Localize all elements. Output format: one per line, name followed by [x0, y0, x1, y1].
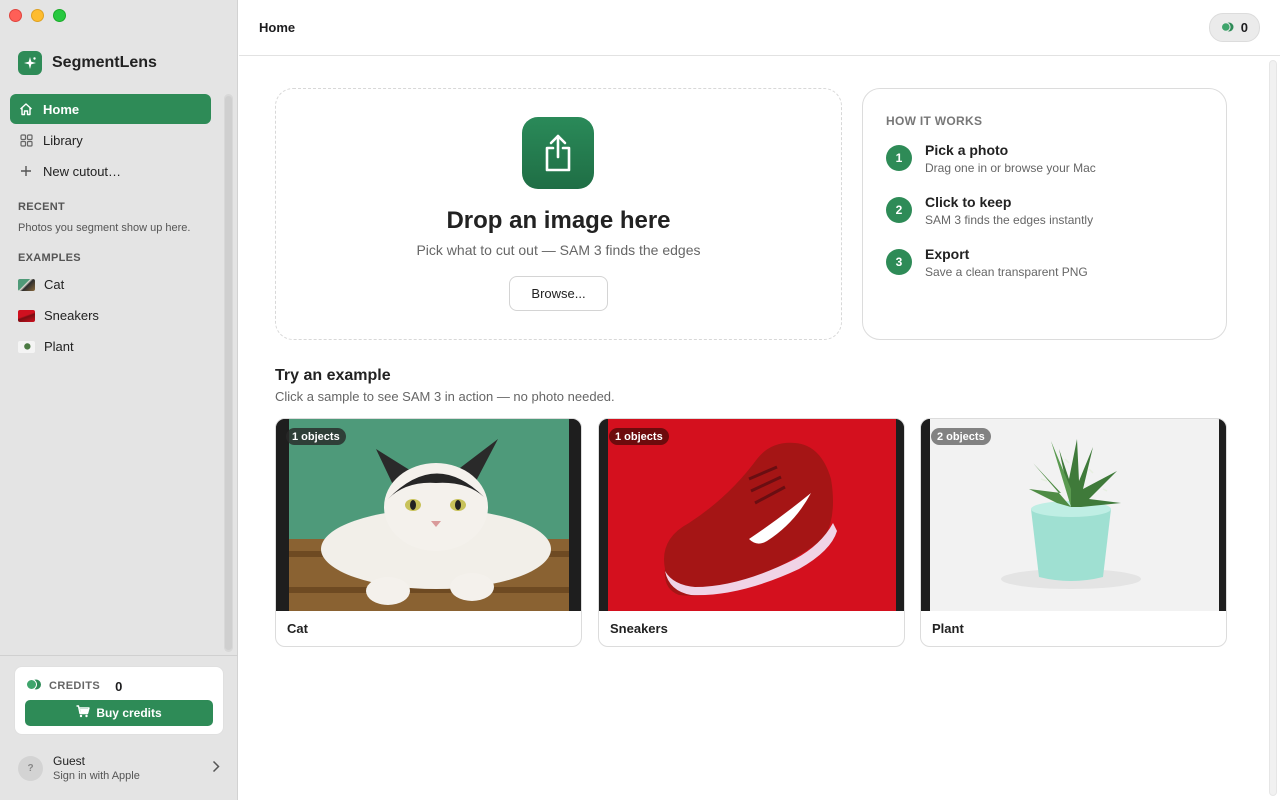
user-name: Guest: [53, 754, 86, 768]
avatar: ?: [18, 755, 43, 781]
sidebar-example-label: Cat: [44, 277, 65, 292]
close-window-button[interactable]: [9, 9, 22, 22]
examples-title: Try an example: [275, 367, 391, 384]
how-it-works-card: HOW IT WORKS 1 Pick a photo Drag one in …: [862, 88, 1227, 340]
plus-icon: [19, 164, 33, 178]
step-title: Pick a photo: [925, 142, 1009, 158]
step-number: 3: [886, 249, 912, 275]
sidebar-nav: Home Library New cutout…: [10, 94, 211, 187]
step-subtitle: SAM 3 finds the edges instantly: [925, 213, 1094, 227]
credits-card: CREDITS 0 Buy credits: [14, 666, 224, 735]
house-icon: [19, 102, 33, 116]
sidebar-example-label: Plant: [44, 339, 74, 354]
step-title: Export: [925, 246, 970, 262]
user-account-row[interactable]: ? Guest Sign in with Apple: [18, 753, 224, 783]
app-brand: SegmentLens: [18, 51, 157, 75]
window-controls: [9, 9, 66, 22]
step-subtitle: Drag one in or browse your Mac: [925, 161, 1096, 175]
sidebar-item-label: New cutout…: [43, 163, 122, 179]
examples-subtitle: Click a sample to see SAM 3 in action — …: [275, 389, 615, 404]
cart-icon: [76, 705, 91, 721]
sidebar-example-sneakers[interactable]: Sneakers: [18, 300, 208, 331]
example-card-plant[interactable]: 2 objects Plant: [920, 418, 1227, 647]
step-number: 2: [886, 197, 912, 223]
cat-image: [276, 419, 581, 611]
example-card-label: Cat: [287, 621, 308, 636]
user-subtitle: Sign in with Apple: [53, 770, 140, 782]
drop-subtitle: Pick what to cut out — SAM 3 finds the e…: [416, 242, 701, 258]
example-card-cat[interactable]: 1 objects Cat: [275, 418, 582, 647]
sidebar: SegmentLens Home Library New cutout… REC…: [0, 0, 238, 800]
browse-button[interactable]: Browse...: [509, 276, 608, 311]
sidebar-item-library[interactable]: Library: [10, 125, 211, 155]
coins-icon: [26, 677, 42, 695]
grid-icon: [19, 133, 33, 147]
app-name: SegmentLens: [52, 54, 157, 71]
sidebar-example-label: Sneakers: [44, 308, 99, 323]
sidebar-item-new-cutout[interactable]: New cutout…: [10, 156, 211, 186]
chevron-right-icon: [212, 760, 220, 778]
coins-icon: [1220, 20, 1234, 35]
zoom-window-button[interactable]: [53, 9, 66, 22]
plant-image: [921, 419, 1226, 611]
step-item: 1 Pick a photo Drag one in or browse you…: [886, 142, 1096, 175]
sneakers-image: [599, 419, 904, 611]
recent-empty-text: Photos you segment show up here.: [18, 222, 191, 234]
examples-list: Cat Sneakers Plant: [18, 269, 208, 362]
sidebar-scrollbar[interactable]: [224, 94, 233, 652]
sparkle-icon: [18, 51, 42, 75]
buy-credits-label: Buy credits: [96, 706, 162, 720]
credits-pill-value: 0: [1240, 20, 1248, 35]
cat-thumbnail: [18, 278, 35, 291]
sneakers-thumbnail: [18, 309, 35, 322]
credits-pill-button[interactable]: 0: [1208, 13, 1260, 42]
objects-badge: 2 objects: [931, 428, 991, 445]
sidebar-example-plant[interactable]: Plant: [18, 331, 208, 362]
main-scrollbar[interactable]: [1269, 60, 1277, 796]
example-card-label: Plant: [932, 621, 964, 636]
sidebar-item-label: Home: [43, 101, 80, 117]
step-number: 1: [886, 145, 912, 171]
share-upload-icon: [522, 117, 594, 189]
top-bar: Home 0: [239, 0, 1280, 56]
main-content: Home 0 Drop an image here Pick what to c…: [239, 0, 1280, 800]
credits-value: 0: [115, 678, 123, 694]
step-title: Click to keep: [925, 194, 1012, 210]
recent-section-title: RECENT: [18, 201, 66, 213]
step-item: 3 Export Save a clean transparent PNG: [886, 246, 1088, 279]
drop-title: Drop an image here: [446, 207, 671, 234]
page-title: Home: [259, 20, 296, 35]
objects-badge: 1 objects: [286, 428, 346, 445]
step-subtitle: Save a clean transparent PNG: [925, 265, 1088, 279]
buy-credits-button[interactable]: Buy credits: [25, 700, 213, 726]
minimize-window-button[interactable]: [31, 9, 44, 22]
how-it-works-title: HOW IT WORKS: [886, 114, 983, 128]
step-item: 2 Click to keep SAM 3 finds the edges in…: [886, 194, 1093, 227]
image-drop-zone[interactable]: Drop an image here Pick what to cut out …: [275, 88, 842, 340]
sidebar-example-cat[interactable]: Cat: [18, 269, 208, 300]
sidebar-item-home[interactable]: Home: [10, 94, 211, 124]
sidebar-divider: [0, 655, 238, 656]
objects-badge: 1 objects: [609, 428, 669, 445]
plant-thumbnail: [18, 340, 35, 353]
examples-section-title: EXAMPLES: [18, 252, 81, 264]
credits-label: CREDITS: [49, 680, 101, 692]
example-card-sneakers[interactable]: 1 objects Sneakers: [598, 418, 905, 647]
example-card-label: Sneakers: [610, 621, 668, 636]
sidebar-item-label: Library: [43, 132, 83, 148]
